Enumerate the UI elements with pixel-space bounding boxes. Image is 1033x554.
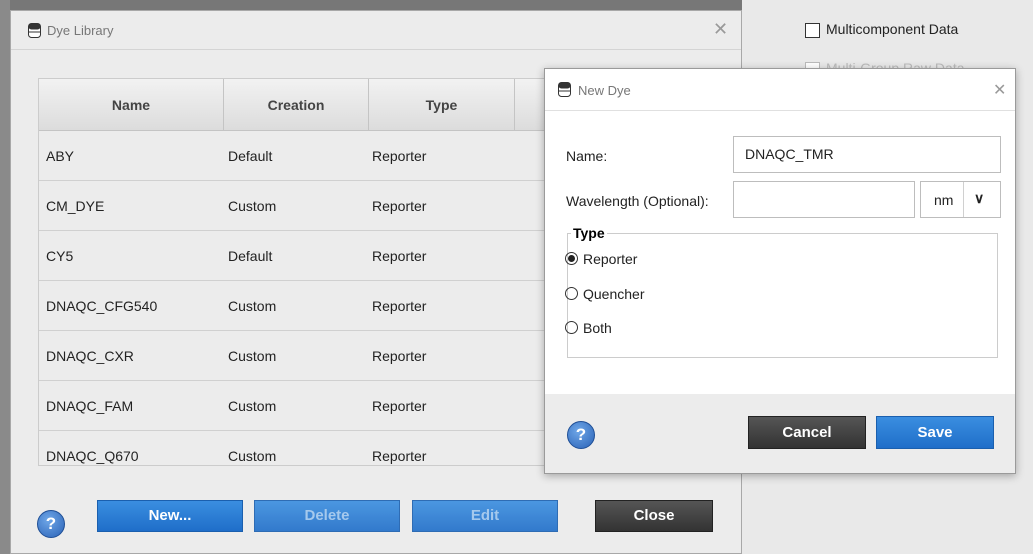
cell-name: CY5 [46, 248, 74, 264]
cell-creation: Custom [228, 348, 277, 364]
cell-creation: Custom [228, 298, 277, 314]
checkbox-box[interactable] [805, 22, 820, 38]
title-divider [545, 110, 1015, 111]
radio-button[interactable] [565, 252, 578, 266]
radio-reporter[interactable]: Reporter [565, 250, 637, 268]
cancel-button[interactable]: Cancel [748, 416, 866, 449]
cell-type: Reporter [372, 248, 427, 264]
cell-type: Reporter [372, 148, 427, 164]
cell-type: Reporter [372, 348, 427, 364]
cell-creation: Custom [228, 448, 277, 464]
cell-name: DNAQC_FAM [46, 398, 134, 414]
cell-name: DNAQC_Q670 [46, 448, 139, 464]
new-button[interactable]: New... [97, 500, 243, 532]
cell-name: DNAQC_CFG540 [46, 298, 158, 314]
type-legend: Type [571, 225, 607, 241]
dialog-icon [558, 82, 571, 97]
dye-library-title: Dye Library [47, 23, 114, 38]
cell-creation: Custom [228, 198, 277, 214]
name-input[interactable]: DNAQC_TMR [733, 136, 1001, 173]
cell-type: Reporter [372, 198, 427, 214]
cell-type: Reporter [372, 298, 427, 314]
cell-creation: Default [228, 148, 273, 164]
new-dye-dialog: New Dye ✕ Name: DNAQC_TMR Wavelength (Op… [544, 68, 1016, 474]
save-button[interactable]: Save [876, 416, 994, 449]
radio-button[interactable] [565, 321, 578, 335]
column-header-name[interactable]: Name [39, 79, 224, 131]
radio-both[interactable]: Both [565, 319, 612, 337]
chevron-down-icon[interactable]: ∨ [974, 190, 984, 207]
name-label: Name: [566, 148, 608, 164]
radio-button[interactable] [565, 287, 578, 301]
dialog-icon [28, 23, 41, 38]
cell-name: CM_DYE [46, 198, 105, 214]
unit-select[interactable]: nm ∨ [920, 181, 1001, 218]
cell-creation: Custom [228, 398, 277, 414]
close-button[interactable]: Close [595, 500, 713, 532]
partial-checkbox: Multi-Group Raw Data [805, 60, 965, 68]
background-left [0, 0, 10, 554]
cell-creation: Default [228, 248, 273, 264]
cell-name: DNAQC_CXR [46, 348, 134, 364]
close-icon[interactable]: ✕ [713, 19, 728, 40]
column-header-creation[interactable]: Creation [224, 79, 369, 131]
cell-name: ABY [46, 148, 75, 164]
cell-type: Reporter [372, 398, 427, 414]
new-dye-title: New Dye [578, 83, 631, 98]
wavelength-label: Wavelength (Optional): [566, 193, 709, 209]
close-icon[interactable]: ✕ [993, 80, 1006, 100]
dye-library-titlebar: Dye Library ✕ [11, 11, 741, 50]
multicomponent-label: Multicomponent Data [826, 21, 959, 37]
help-icon[interactable]: ? [567, 421, 595, 449]
cell-type: Reporter [372, 448, 427, 464]
radio-quencher[interactable]: Quencher [565, 285, 644, 303]
column-header-type[interactable]: Type [369, 79, 515, 131]
multicomponent-checkbox[interactable]: Multicomponent Data [805, 21, 958, 38]
unit-value: nm [934, 192, 954, 208]
edit-button[interactable]: Edit [412, 500, 558, 532]
delete-button[interactable]: Delete [254, 500, 400, 532]
help-icon[interactable]: ? [37, 510, 65, 538]
wavelength-input[interactable] [733, 181, 915, 218]
new-dye-content: New Dye ✕ Name: DNAQC_TMR Wavelength (Op… [545, 69, 1015, 394]
